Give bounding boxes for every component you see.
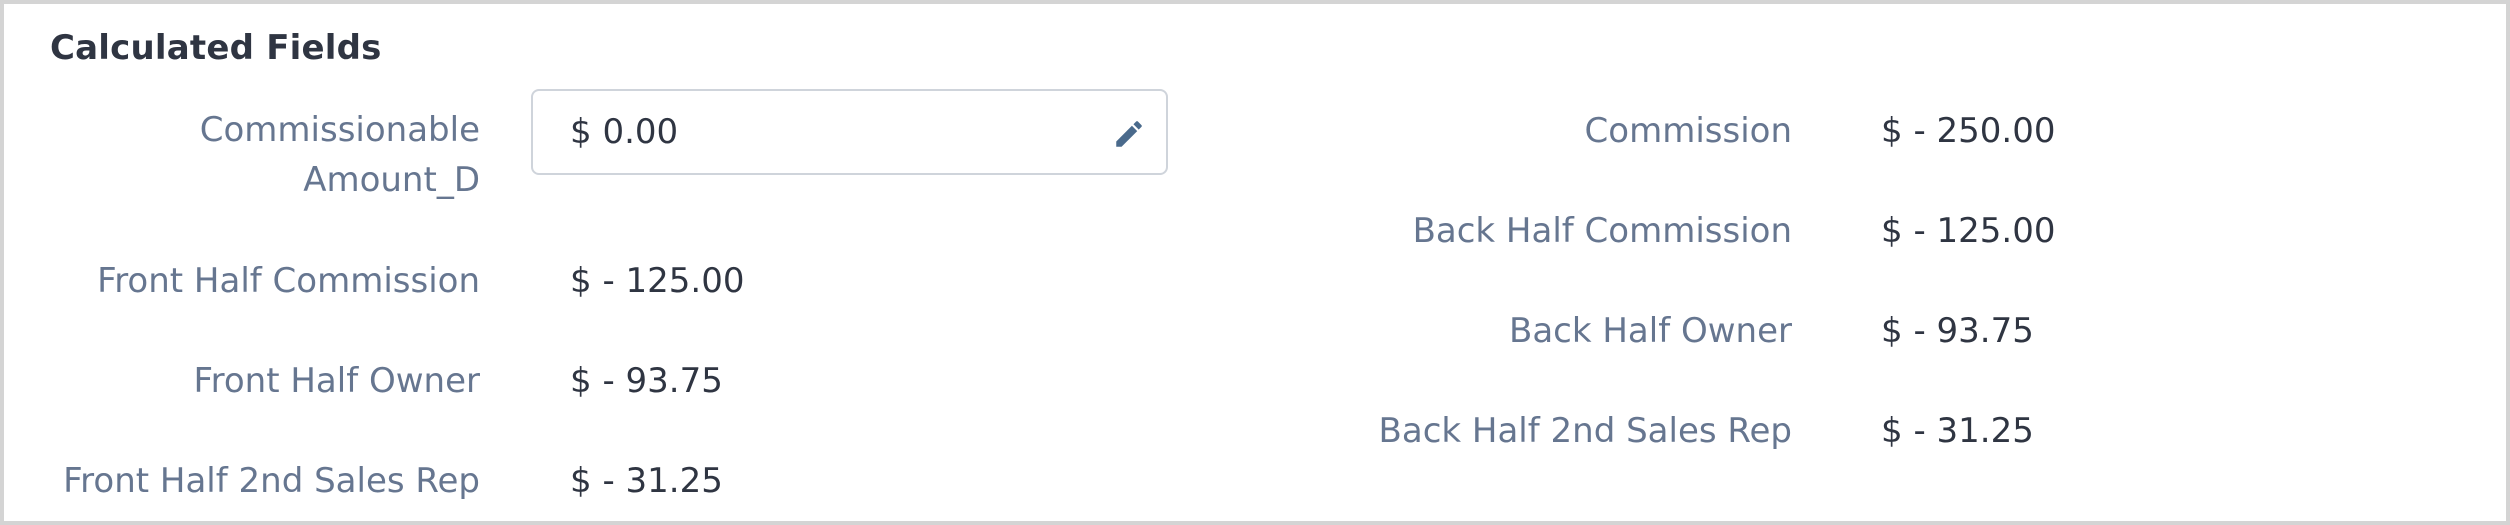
commissionable-amount-field[interactable]: $ 0.00 bbox=[531, 89, 1168, 175]
pencil-icon[interactable] bbox=[1112, 117, 1146, 151]
back-half-owner-value: $ - 93.75 bbox=[1881, 311, 2034, 351]
back-half-commission-value: $ - 125.00 bbox=[1881, 211, 2056, 251]
calculated-fields-panel: Calculated Fields Commissionable Amount_… bbox=[0, 0, 2510, 525]
back-half-commission-label: Back Half Commission bbox=[1412, 211, 1792, 251]
front-half-commission-value: $ - 125.00 bbox=[570, 261, 745, 301]
back-half-2nd-sales-rep-value: $ - 31.25 bbox=[1881, 411, 2034, 451]
front-half-owner-value: $ - 93.75 bbox=[570, 361, 723, 401]
commissionable-amount-value: $ 0.00 bbox=[570, 112, 679, 152]
commission-value: $ - 250.00 bbox=[1881, 111, 2056, 151]
front-half-owner-label: Front Half Owner bbox=[193, 361, 480, 401]
back-half-2nd-sales-rep-label: Back Half 2nd Sales Rep bbox=[1378, 411, 1792, 451]
commissionable-amount-label-line2: Amount_D bbox=[303, 160, 480, 200]
front-half-2nd-sales-rep-label: Front Half 2nd Sales Rep bbox=[63, 461, 480, 501]
section-title: Calculated Fields bbox=[50, 28, 382, 68]
front-half-commission-label: Front Half Commission bbox=[97, 261, 480, 301]
commission-label: Commission bbox=[1584, 111, 1792, 151]
commissionable-amount-label-line1: Commissionable bbox=[199, 110, 480, 150]
front-half-2nd-sales-rep-value: $ - 31.25 bbox=[570, 461, 723, 501]
back-half-owner-label: Back Half Owner bbox=[1509, 311, 1792, 351]
